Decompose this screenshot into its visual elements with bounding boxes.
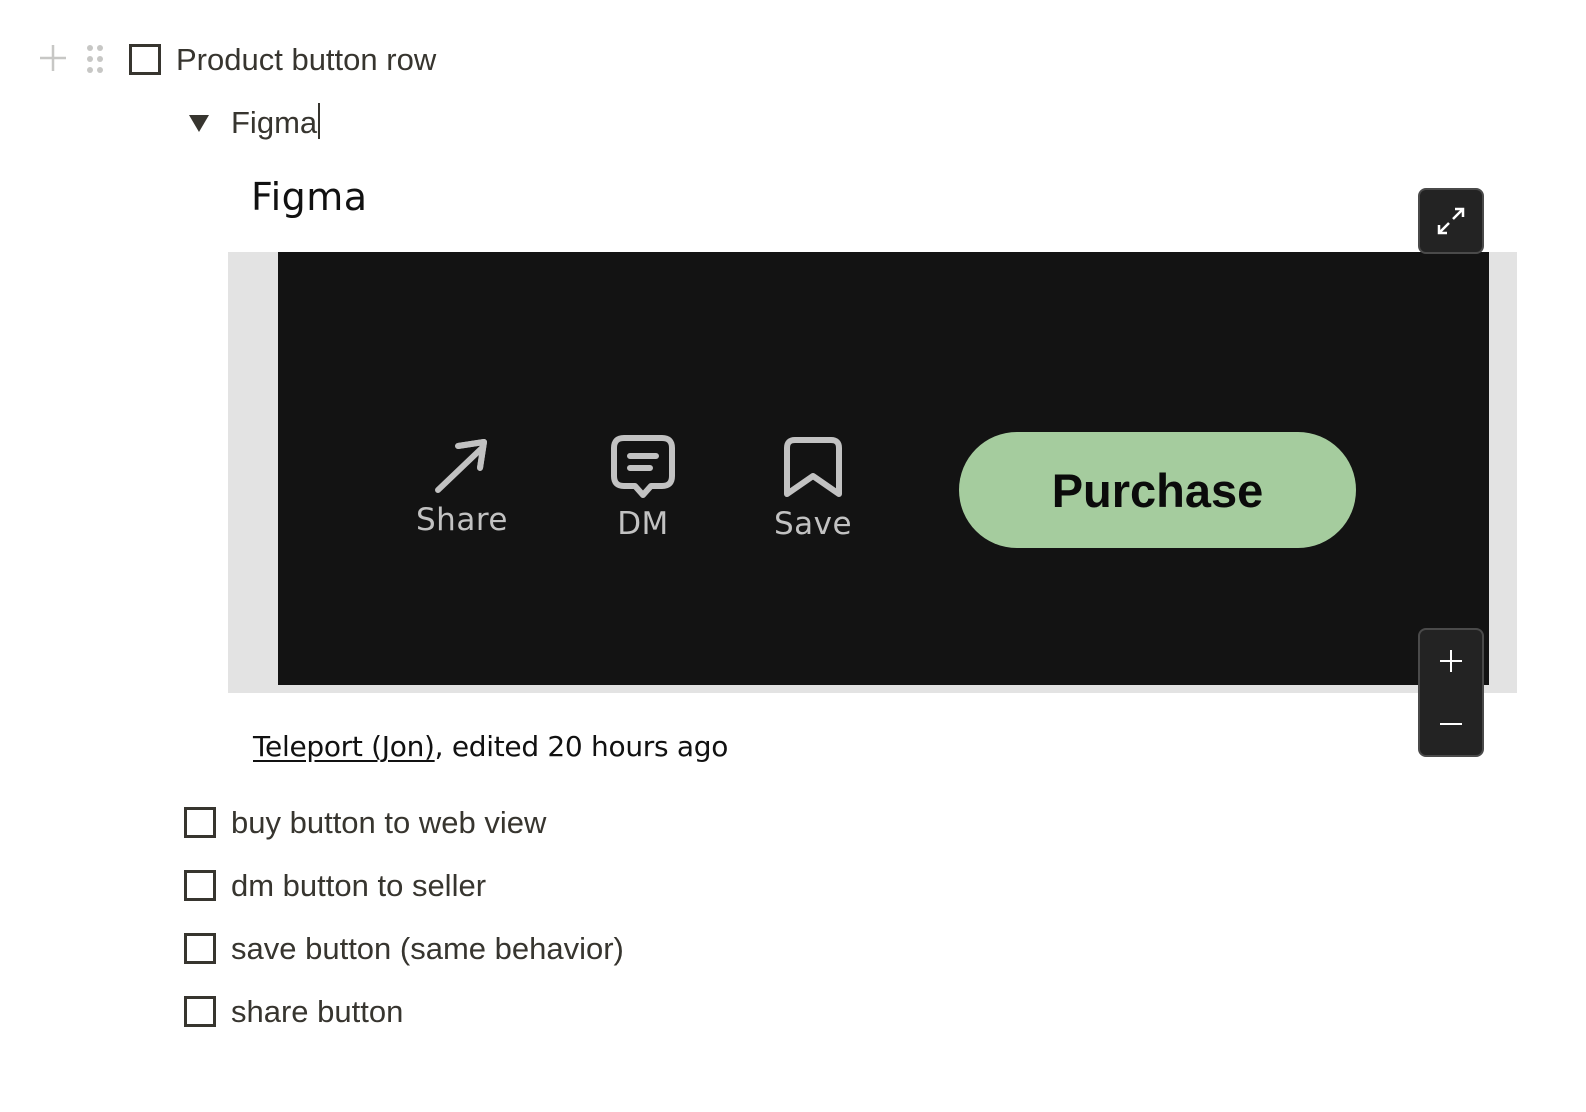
todo-checkbox[interactable]: [184, 996, 216, 1027]
edited-time: , edited 20 hours ago: [434, 730, 729, 763]
todo-label[interactable]: save button (same behavior): [231, 929, 624, 969]
expand-arrows-icon: [1437, 207, 1465, 235]
add-block-button[interactable]: [38, 43, 68, 73]
fullscreen-button[interactable]: [1418, 188, 1484, 254]
design-share-action[interactable]: Share: [416, 438, 508, 538]
drag-handle[interactable]: [86, 44, 104, 74]
todo-label[interactable]: share button: [231, 992, 403, 1032]
todo-label[interactable]: buy button to web view: [231, 803, 546, 843]
todo-checkbox[interactable]: [184, 933, 216, 964]
design-save-action[interactable]: Save: [774, 436, 852, 542]
author-link[interactable]: Teleport (Jon): [253, 730, 435, 763]
figma-canvas[interactable]: Share DM Save Purchase: [278, 252, 1489, 685]
design-dm-action[interactable]: DM: [610, 434, 676, 542]
bookmark-icon: [784, 437, 843, 497]
text-cursor: [318, 103, 321, 139]
embed-title: Figma: [251, 175, 368, 219]
todo-checkbox[interactable]: [184, 807, 216, 838]
toggle-label: Figma: [231, 105, 318, 140]
todo-label[interactable]: dm button to seller: [231, 866, 486, 906]
parent-todo-label[interactable]: Product button row: [176, 40, 436, 80]
save-label: Save: [774, 506, 853, 542]
design-purchase-button[interactable]: Purchase: [959, 432, 1356, 548]
toggle-button[interactable]: [188, 113, 210, 133]
plus-icon: [1440, 650, 1462, 672]
todo-checkbox[interactable]: [184, 870, 216, 901]
zoom-out-button[interactable]: [1420, 693, 1482, 755]
plus-icon: [40, 45, 66, 71]
share-label: Share: [416, 502, 508, 538]
chat-bubble-icon: [611, 435, 675, 498]
drag-handle-icon: [87, 45, 103, 73]
parent-todo-checkbox[interactable]: [129, 44, 161, 75]
arrow-up-right-icon: [434, 439, 487, 493]
triangle-down-icon: [189, 115, 209, 132]
purchase-label: Purchase: [1051, 463, 1264, 517]
dm-label: DM: [617, 506, 669, 542]
zoom-controls: [1418, 628, 1484, 757]
minus-icon: [1440, 723, 1462, 725]
zoom-in-button[interactable]: [1420, 630, 1482, 692]
embed-caption: Teleport (Jon), edited 20 hours ago: [253, 728, 728, 766]
toggle-title[interactable]: Figma: [231, 103, 321, 143]
